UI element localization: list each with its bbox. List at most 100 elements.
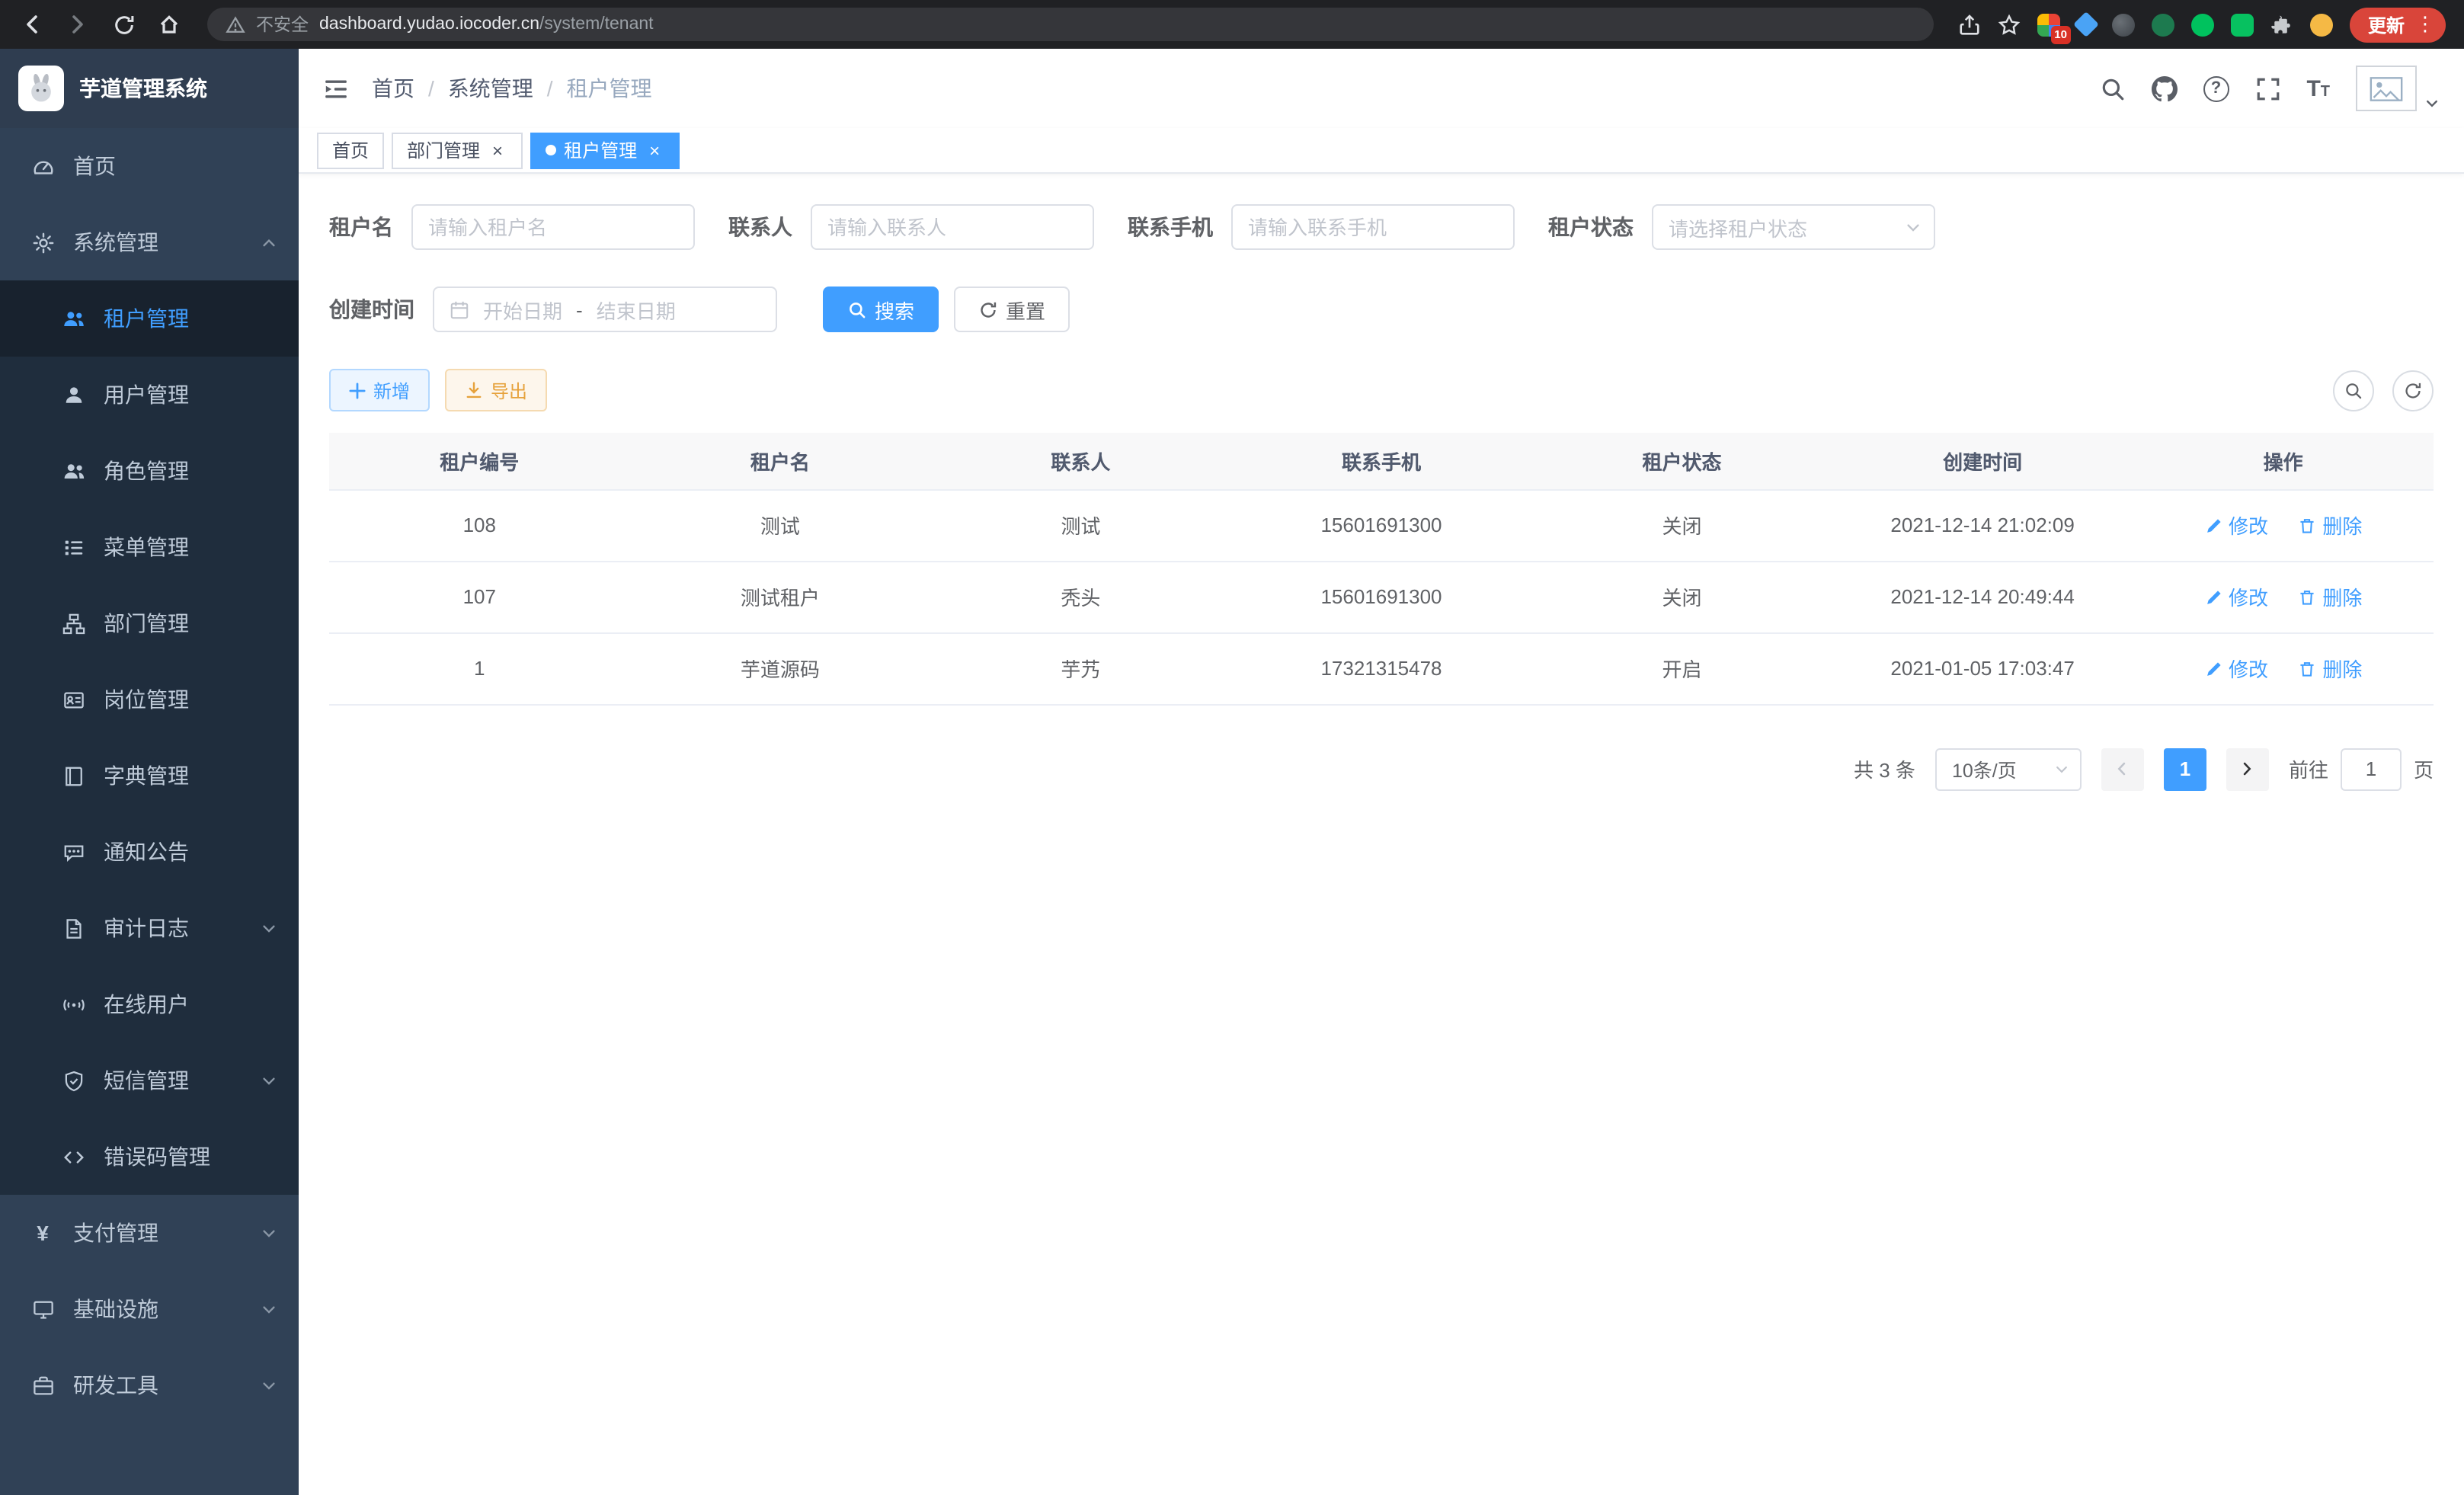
extension-globe-icon[interactable] xyxy=(2112,13,2135,36)
sidebar-item-label: 字典管理 xyxy=(104,760,189,791)
cell-contact: 秃头 xyxy=(930,561,1231,632)
chevron-down-icon xyxy=(261,1377,277,1394)
next-page-button[interactable] xyxy=(2226,748,2269,790)
goto-page-input[interactable] xyxy=(2341,748,2402,790)
sidebar-item-audit-log[interactable]: 审计日志 xyxy=(0,890,299,966)
chevron-right-icon xyxy=(2239,760,2256,777)
edit-link[interactable]: 修改 xyxy=(2204,511,2268,539)
extension-wechat-icon[interactable] xyxy=(2231,13,2254,36)
sidebar-item-system[interactable]: 系统管理 xyxy=(0,204,299,280)
page-number-current[interactable]: 1 xyxy=(2164,748,2206,790)
toggle-search-button[interactable] xyxy=(2333,370,2374,411)
bookmark-button[interactable] xyxy=(1998,13,2021,36)
close-icon[interactable]: × xyxy=(488,140,507,160)
sidebar-item-label: 菜单管理 xyxy=(104,532,189,562)
cell-status: 开启 xyxy=(1531,632,1832,704)
font-size-button[interactable]: TT xyxy=(2306,77,2330,100)
breadcrumb-home[interactable]: 首页 xyxy=(372,73,414,104)
download-icon xyxy=(465,381,483,399)
reset-button[interactable]: 重置 xyxy=(954,287,1070,332)
share-button[interactable] xyxy=(1958,13,1981,36)
sidebar-item-role[interactable]: 角色管理 xyxy=(0,433,299,509)
delete-link[interactable]: 删除 xyxy=(2298,654,2362,683)
chevron-down-icon xyxy=(1905,219,1922,235)
extensions-menu-button[interactable] xyxy=(2270,13,2293,36)
chevron-up-icon xyxy=(261,234,277,251)
breadcrumb-system[interactable]: 系统管理 xyxy=(448,73,533,104)
extension-blue-icon[interactable] xyxy=(2073,11,2099,37)
sidebar-item-user[interactable]: 用户管理 xyxy=(0,357,299,433)
goto-page: 前往 页 xyxy=(2289,748,2434,790)
topbar: 首页 / 系统管理 / 租户管理 ? xyxy=(299,49,2464,128)
cell-mobile: 15601691300 xyxy=(1231,561,1532,632)
chevron-down-icon xyxy=(2424,96,2440,111)
delete-link[interactable]: 删除 xyxy=(2298,582,2362,611)
sidebar-item-online-user[interactable]: 在线用户 xyxy=(0,966,299,1042)
tab-tenant[interactable]: 租户管理 × xyxy=(530,132,680,168)
header-search-button[interactable] xyxy=(2099,75,2125,101)
table-toolbar: 新增 导出 xyxy=(329,369,2434,411)
address-bar[interactable]: 不安全 dashboard.yudao.iocoder.cn/system/te… xyxy=(207,8,1934,41)
github-button[interactable] xyxy=(2151,75,2177,101)
sidebar-item-post[interactable]: 岗位管理 xyxy=(0,661,299,738)
pencil-icon xyxy=(2204,587,2222,606)
tenant-name-input[interactable] xyxy=(411,204,695,250)
sidebar-item-sms[interactable]: 短信管理 xyxy=(0,1042,299,1119)
mobile-input[interactable] xyxy=(1231,204,1515,250)
sidebar-item-dict[interactable]: 字典管理 xyxy=(0,738,299,814)
sidebar-item-infrastructure[interactable]: 基础设施 xyxy=(0,1271,299,1347)
breadcrumb: 首页 / 系统管理 / 租户管理 xyxy=(372,73,652,104)
add-button[interactable]: 新增 xyxy=(329,369,430,411)
forward-button[interactable] xyxy=(58,5,98,44)
extension-green-dark-icon[interactable] xyxy=(2152,13,2174,36)
contact-input[interactable] xyxy=(811,204,1094,250)
signal-icon xyxy=(61,993,85,1016)
chevron-left-icon xyxy=(2114,760,2131,777)
sidebar-item-payment[interactable]: ¥ 支付管理 xyxy=(0,1195,299,1271)
filter-create-time: 创建时间 开始日期 - 结束日期 xyxy=(329,287,777,332)
cell-mobile: 17321315478 xyxy=(1231,632,1532,704)
home-button[interactable] xyxy=(149,5,189,44)
date-range-picker[interactable]: 开始日期 - 结束日期 xyxy=(433,287,777,332)
app-logo[interactable]: 芋道管理系统 xyxy=(0,49,299,128)
edit-link[interactable]: 修改 xyxy=(2204,582,2268,611)
refresh-button[interactable] xyxy=(104,5,143,44)
cell-name: 芋道源码 xyxy=(630,632,931,704)
close-icon[interactable]: × xyxy=(645,140,664,160)
field-label: 租户状态 xyxy=(1548,212,1634,242)
edit-link[interactable]: 修改 xyxy=(2204,654,2268,683)
sidebar-item-home[interactable]: 首页 xyxy=(0,128,299,204)
export-button[interactable]: 导出 xyxy=(445,369,547,411)
sidebar-item-devtools[interactable]: 研发工具 xyxy=(0,1347,299,1423)
delete-link[interactable]: 删除 xyxy=(2298,511,2362,539)
sidebar-item-notice[interactable]: 通知公告 xyxy=(0,814,299,890)
browser-menu-icon[interactable]: ⋮ xyxy=(2415,12,2435,37)
extension-yuque-icon[interactable] xyxy=(2191,13,2214,36)
prev-page-button[interactable] xyxy=(2101,748,2144,790)
tab-label: 租户管理 xyxy=(564,137,637,163)
end-date-placeholder: 结束日期 xyxy=(597,295,676,324)
tab-dept[interactable]: 部门管理 × xyxy=(392,132,523,168)
search-button[interactable]: 搜索 xyxy=(823,287,939,332)
status-select[interactable]: 请选择租户状态 xyxy=(1652,204,1935,250)
refresh-table-button[interactable] xyxy=(2392,370,2434,411)
id-card-icon xyxy=(61,688,85,711)
button-label: 搜索 xyxy=(875,295,914,324)
help-button[interactable]: ? xyxy=(2203,75,2229,101)
trash-icon xyxy=(2298,516,2316,534)
sidebar-item-errcode[interactable]: 错误码管理 xyxy=(0,1119,299,1195)
page-size-select[interactable]: 10条/页 xyxy=(1935,748,2082,790)
extension-password-icon[interactable]: 10 xyxy=(2037,13,2060,36)
sidebar-item-menu[interactable]: 菜单管理 xyxy=(0,509,299,585)
column-header: 租户编号 xyxy=(329,433,630,489)
user-menu[interactable] xyxy=(2356,66,2440,111)
browser-update-button[interactable]: 更新 ⋮ xyxy=(2350,7,2446,42)
back-button[interactable] xyxy=(12,5,52,44)
plus-icon xyxy=(349,382,366,399)
sidebar-toggle-button[interactable] xyxy=(323,75,349,101)
sidebar-item-tenant[interactable]: 租户管理 xyxy=(0,280,299,357)
tab-home[interactable]: 首页 xyxy=(317,132,384,168)
sidebar-item-dept[interactable]: 部门管理 xyxy=(0,585,299,661)
fullscreen-button[interactable] xyxy=(2254,75,2280,101)
profile-avatar[interactable] xyxy=(2310,13,2333,36)
